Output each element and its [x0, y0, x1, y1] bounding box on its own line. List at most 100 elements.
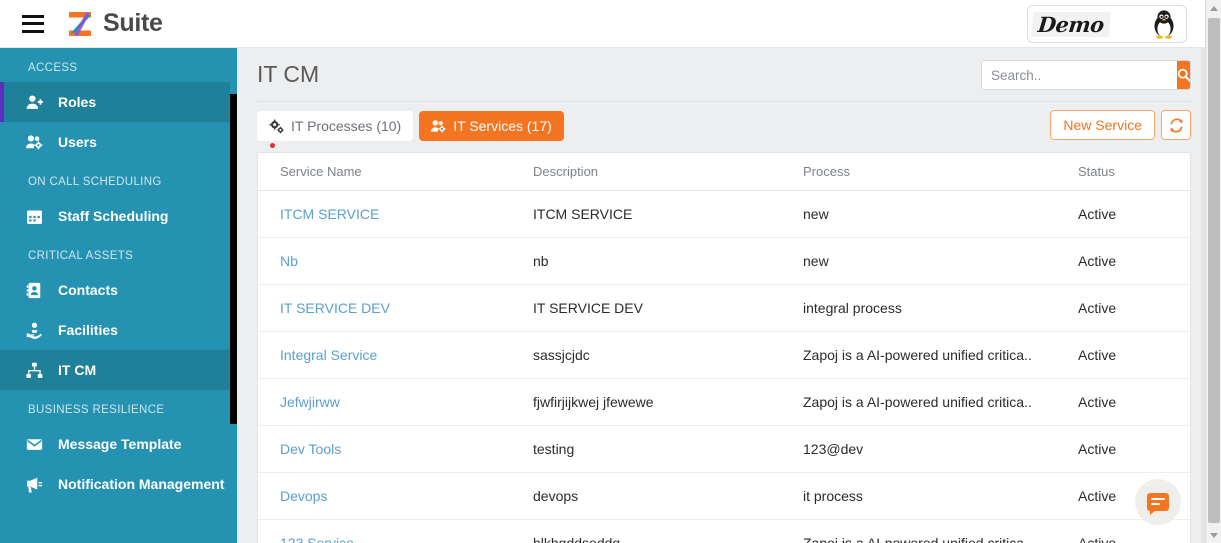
- cell-process: new: [803, 190, 1078, 238]
- search-button[interactable]: [1177, 61, 1190, 89]
- search-icon: [1177, 68, 1190, 82]
- column-header[interactable]: Service Name: [258, 153, 533, 191]
- cell-process: 123@dev: [803, 425, 1078, 473]
- sidebar-item-label: Facilities: [58, 322, 118, 338]
- table-row[interactable]: Devops devops it process Active: [258, 472, 1190, 520]
- cell-description: IT SERVICE DEV: [533, 284, 803, 332]
- hand-holding-icon: [26, 322, 48, 339]
- hamburger-icon[interactable]: [22, 14, 44, 33]
- tabs-row: IT Processes (10) IT Services (17) New Se…: [237, 102, 1205, 148]
- sidebar-item-facilities[interactable]: Facilities: [0, 310, 237, 350]
- z-logo-icon: [66, 9, 96, 39]
- cell-status: Active: [1078, 284, 1190, 332]
- cell-description: hlkhgddseddg: [533, 519, 803, 543]
- cell-description: ITCM SERVICE: [533, 190, 803, 238]
- sidebar-group-label: CRITICAL ASSETS: [28, 250, 134, 262]
- sidebar-group-label: BUSINESS RESILIENCE: [28, 404, 165, 416]
- chat-fab-button[interactable]: [1135, 479, 1181, 525]
- table-body: ITCM SERVICE ITCM SERVICE new Active Nb nb new…: [258, 190, 1190, 543]
- sidebar-item-label: Contacts: [58, 282, 118, 298]
- cell-process: it process: [803, 472, 1078, 520]
- cell-service-name: Integral Service: [258, 331, 533, 379]
- cell-service-name: Dev Tools: [258, 425, 533, 473]
- profile-label: Demo: [1030, 11, 1112, 37]
- cell-service-name: Jefwjirww: [258, 378, 533, 426]
- app-root: Suite Demo ACCESS Roles Users ON CALL SC…: [0, 0, 1221, 543]
- cell-status: Active: [1078, 519, 1190, 543]
- service-name-link[interactable]: Jefwjirww: [280, 394, 340, 410]
- service-name-link[interactable]: Nb: [280, 253, 298, 269]
- cell-process: integral process: [803, 284, 1078, 332]
- refresh-button[interactable]: [1161, 110, 1191, 140]
- cell-process: Zapoj is a AI-powered unified critica..: [803, 519, 1078, 543]
- service-name-link[interactable]: IT SERVICE DEV: [280, 300, 390, 316]
- column-header[interactable]: Status: [1078, 153, 1190, 191]
- cell-status: Active: [1078, 425, 1190, 473]
- tab-it-processes[interactable]: IT Processes (10): [257, 111, 414, 141]
- search-input[interactable]: [982, 61, 1177, 89]
- new-service-button[interactable]: New Service: [1050, 110, 1155, 140]
- sidebar-item-contacts[interactable]: Contacts: [0, 270, 237, 310]
- chat-bubble-icon: [1147, 493, 1169, 511]
- search-bar[interactable]: [981, 60, 1191, 90]
- table-row[interactable]: ITCM SERVICE ITCM SERVICE new Active: [258, 190, 1190, 238]
- sidebar-item-label: Staff Scheduling: [58, 208, 169, 224]
- column-header[interactable]: Process: [803, 153, 1078, 191]
- table-row[interactable]: Integral Service sassjcjdc Zapoj is a AI-p…: [258, 331, 1190, 379]
- scroll-down-arrow-icon[interactable]: [1206, 527, 1221, 543]
- table-row[interactable]: 123 Service hlkhgddseddg Zapoj is a AI-pow…: [258, 519, 1190, 543]
- cell-process: new: [803, 237, 1078, 285]
- calendar-icon: [26, 208, 48, 225]
- page-header: IT CM: [237, 48, 1205, 101]
- service-name-link[interactable]: Dev Tools: [280, 441, 341, 457]
- service-name-link[interactable]: Integral Service: [280, 347, 377, 363]
- cogs-icon: [269, 119, 284, 134]
- browser-scrollbar[interactable]: [1205, 0, 1221, 543]
- table-header-row: Service Name Description Process Status: [258, 153, 1190, 191]
- brand[interactable]: Suite: [66, 9, 163, 39]
- tab-label: IT Processes (10): [291, 118, 402, 134]
- sidebar-item-label: IT CM: [58, 362, 97, 378]
- sidebar-item-label: Users: [58, 134, 97, 150]
- service-name-link[interactable]: 123 Service: [280, 535, 354, 543]
- sidebar-item-staff-scheduling[interactable]: Staff Scheduling: [0, 196, 237, 236]
- table-row[interactable]: Nb nb new Active: [258, 237, 1190, 285]
- tab-it-services[interactable]: IT Services (17): [419, 111, 564, 141]
- scroll-up-arrow-icon[interactable]: [1206, 0, 1221, 16]
- profile-chip[interactable]: Demo: [1027, 5, 1187, 43]
- table-row[interactable]: IT SERVICE DEV IT SERVICE DEV integral pro…: [258, 284, 1190, 332]
- services-table: Service Name Description Process Status ITC…: [258, 153, 1190, 543]
- page-title: IT CM: [257, 61, 320, 87]
- sidebar-item-it-cm[interactable]: IT CM: [0, 350, 237, 390]
- service-name-link[interactable]: ITCM SERVICE: [280, 206, 379, 222]
- sidebar-item-users[interactable]: Users: [0, 122, 237, 162]
- main-content: IT CM IT Processes (10) IT Services (17) …: [237, 48, 1205, 543]
- sidebar-group-label: ACCESS: [28, 62, 78, 74]
- refresh-icon: [1170, 118, 1182, 132]
- cell-service-name: Devops: [258, 472, 533, 520]
- sidebar-item-message-template[interactable]: Message Template: [0, 424, 237, 464]
- sidebar-scrollbar[interactable]: [230, 48, 237, 543]
- cell-service-name: ITCM SERVICE: [258, 190, 533, 238]
- sidebar-item-roles[interactable]: Roles: [0, 82, 237, 122]
- cell-description: nb: [533, 237, 803, 285]
- sitemap-icon: [26, 362, 48, 379]
- address-book-icon: [26, 282, 48, 299]
- user-plus-icon: [26, 94, 48, 111]
- browser-scrollbar-thumb[interactable]: [1208, 18, 1220, 523]
- cell-status: Active: [1078, 331, 1190, 379]
- cell-service-name: 123 Service: [258, 519, 533, 543]
- service-name-link[interactable]: Devops: [280, 488, 327, 504]
- sidebar-scrollbar-thumb[interactable]: [230, 94, 237, 424]
- sidebar: ACCESS Roles Users ON CALL SCHEDULING Staff …: [0, 48, 237, 543]
- users-cog-icon: [26, 134, 48, 151]
- services-table-card: Service Name Description Process Status ITC…: [257, 152, 1191, 543]
- table-row[interactable]: Dev Tools testing 123@dev Active: [258, 425, 1190, 473]
- cell-service-name: Nb: [258, 237, 533, 285]
- table-row[interactable]: Jefwjirww fjwfirjijkwej jfewewe Zapoj is a…: [258, 378, 1190, 426]
- column-header[interactable]: Description: [533, 153, 803, 191]
- bullhorn-icon: [26, 476, 48, 493]
- sidebar-item-notification-management[interactable]: Notification Management: [0, 464, 237, 504]
- sidebar-group-label: ON CALL SCHEDULING: [28, 176, 162, 188]
- sidebar-item-label: Roles: [58, 94, 97, 110]
